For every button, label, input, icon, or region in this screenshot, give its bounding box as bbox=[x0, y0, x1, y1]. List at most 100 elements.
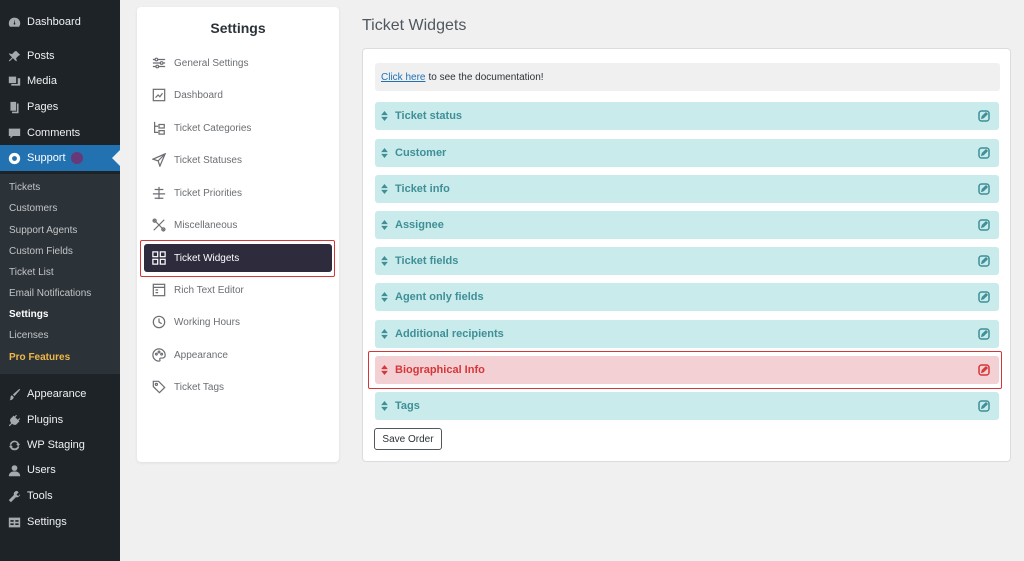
edit-icon[interactable] bbox=[978, 147, 990, 159]
widget-label: Agent only fields bbox=[395, 291, 484, 303]
settings-item-general[interactable]: General Settings bbox=[149, 50, 331, 76]
sort-handle-icon[interactable] bbox=[381, 329, 391, 339]
wp-menu-plugins[interactable]: Plugins bbox=[0, 407, 120, 433]
wp-menu-users[interactable]: Users bbox=[0, 457, 120, 483]
sort-handle-icon[interactable] bbox=[381, 111, 391, 121]
settings-panel: Settings General Settings Dashboard Tick… bbox=[137, 7, 339, 462]
edit-icon[interactable] bbox=[978, 255, 990, 267]
widget-row-assignee[interactable]: Assignee bbox=[375, 211, 999, 239]
hierarchy-icon bbox=[151, 120, 167, 136]
wp-menu-settings[interactable]: Settings bbox=[0, 509, 120, 535]
wp-menu-dashboard[interactable]: Dashboard bbox=[0, 9, 120, 35]
submenu-custom-fields[interactable]: Custom Fields bbox=[9, 242, 73, 260]
wp-menu-label: Plugins bbox=[27, 414, 64, 426]
sort-handle-icon[interactable] bbox=[381, 401, 391, 411]
widget-row-tags[interactable]: Tags bbox=[375, 392, 999, 420]
wp-menu-appearance[interactable]: Appearance bbox=[0, 381, 120, 407]
widget-row-customer[interactable]: Customer bbox=[375, 139, 999, 167]
settings-item-ticket-priorities[interactable]: Ticket Priorities bbox=[149, 180, 331, 206]
widget-label: Assignee bbox=[395, 219, 444, 231]
widget-label: Ticket info bbox=[395, 183, 450, 195]
submenu-email-notifications[interactable]: Email Notifications bbox=[9, 284, 91, 302]
tag-icon bbox=[151, 379, 167, 395]
settings-item-label: Ticket Tags bbox=[174, 381, 225, 393]
wp-menu-label: Dashboard bbox=[27, 16, 81, 28]
edit-icon[interactable] bbox=[978, 110, 990, 122]
sort-handle-icon[interactable] bbox=[381, 148, 391, 158]
pin-icon bbox=[7, 49, 21, 63]
widget-row-agent-only-fields[interactable]: Agent only fields bbox=[375, 283, 999, 311]
wp-menu-comments[interactable]: Comments bbox=[0, 120, 120, 146]
widget-label: Additional recipients bbox=[395, 328, 504, 340]
palette-icon bbox=[151, 347, 167, 363]
settings-item-label: General Settings bbox=[174, 57, 249, 69]
settings-icon bbox=[7, 515, 21, 529]
submenu-customers[interactable]: Customers bbox=[9, 199, 57, 217]
notification-dot bbox=[70, 152, 83, 164]
wp-menu-label: Pages bbox=[27, 101, 59, 113]
widget-row-ticket-fields[interactable]: Ticket fields bbox=[375, 247, 999, 275]
wp-menu-label: Users bbox=[27, 464, 56, 476]
wp-menu-label: Media bbox=[27, 75, 57, 87]
settings-item-label: Ticket Statuses bbox=[174, 154, 242, 166]
submenu-settings[interactable]: Settings bbox=[9, 305, 48, 323]
documentation-notice: Click here to see the documentation! bbox=[375, 63, 1000, 91]
sort-handle-icon[interactable] bbox=[381, 292, 391, 302]
sliders-icon bbox=[151, 55, 167, 71]
media-icon bbox=[7, 74, 21, 88]
sort-handle-icon[interactable] bbox=[381, 184, 391, 194]
settings-item-ticket-tags[interactable]: Ticket Tags bbox=[149, 374, 331, 400]
wrench-icon bbox=[7, 489, 21, 503]
settings-item-label: Ticket Categories bbox=[174, 122, 252, 134]
wp-menu-label: Tools bbox=[27, 490, 53, 502]
settings-item-miscellaneous[interactable]: Miscellaneous bbox=[149, 212, 331, 238]
wp-menu-wp-staging[interactable]: WP Staging bbox=[0, 432, 120, 458]
sort-handle-icon[interactable] bbox=[381, 256, 391, 266]
wp-admin-sidebar: Dashboard Posts Media Pages Comments Sup… bbox=[0, 0, 120, 561]
refresh-icon bbox=[7, 438, 21, 452]
highlighted-row-box bbox=[368, 351, 1002, 389]
settings-item-ticket-statuses[interactable]: Ticket Statuses bbox=[149, 147, 331, 173]
settings-item-rich-text-editor[interactable]: Rich Text Editor bbox=[149, 277, 331, 303]
submenu-tickets[interactable]: Tickets bbox=[9, 178, 40, 196]
user-icon bbox=[7, 463, 21, 477]
support-submenu: Tickets Customers Support Agents Custom … bbox=[0, 174, 120, 374]
edit-icon[interactable] bbox=[978, 400, 990, 412]
save-order-button[interactable]: Save Order bbox=[374, 428, 442, 450]
settings-item-label: Miscellaneous bbox=[174, 219, 238, 231]
submenu-licenses[interactable]: Licenses bbox=[9, 326, 48, 344]
plug-icon bbox=[7, 413, 21, 427]
lifebuoy-icon bbox=[7, 151, 21, 165]
sort-handle-icon[interactable] bbox=[381, 220, 391, 230]
edit-icon[interactable] bbox=[978, 219, 990, 231]
wp-menu-media[interactable]: Media bbox=[0, 68, 120, 94]
documentation-link[interactable]: Click here bbox=[381, 72, 425, 83]
settings-item-label: Dashboard bbox=[174, 89, 223, 101]
submenu-pro-features[interactable]: Pro Features bbox=[9, 348, 70, 366]
settings-item-appearance[interactable]: Appearance bbox=[149, 342, 331, 368]
wp-menu-posts[interactable]: Posts bbox=[0, 43, 120, 69]
send-icon bbox=[151, 152, 167, 168]
wp-menu-label: Settings bbox=[27, 516, 67, 528]
widget-label: Customer bbox=[395, 147, 447, 159]
clock-icon bbox=[151, 314, 167, 330]
widget-row-additional-recipients[interactable]: Additional recipients bbox=[375, 320, 999, 348]
widget-row-ticket-status[interactable]: Ticket status bbox=[375, 102, 999, 130]
submenu-ticket-list[interactable]: Ticket List bbox=[9, 263, 54, 281]
settings-item-working-hours[interactable]: Working Hours bbox=[149, 309, 331, 335]
ticket-widgets-card: Click here to see the documentation! Tic… bbox=[362, 48, 1011, 462]
brush-icon bbox=[7, 387, 21, 401]
submenu-support-agents[interactable]: Support Agents bbox=[9, 221, 77, 239]
widget-label: Ticket status bbox=[395, 110, 463, 122]
wp-menu-tools[interactable]: Tools bbox=[0, 483, 120, 509]
settings-item-ticket-categories[interactable]: Ticket Categories bbox=[149, 115, 331, 141]
edit-icon[interactable] bbox=[978, 328, 990, 340]
settings-item-label: Appearance bbox=[174, 349, 228, 361]
edit-icon[interactable] bbox=[978, 183, 990, 195]
edit-icon[interactable] bbox=[978, 291, 990, 303]
widget-row-ticket-info[interactable]: Ticket info bbox=[375, 175, 999, 203]
settings-item-dashboard[interactable]: Dashboard bbox=[149, 82, 331, 108]
wp-menu-pages[interactable]: Pages bbox=[0, 94, 120, 120]
settings-item-label: Working Hours bbox=[174, 316, 240, 328]
wp-menu-support[interactable]: Support bbox=[0, 145, 120, 171]
